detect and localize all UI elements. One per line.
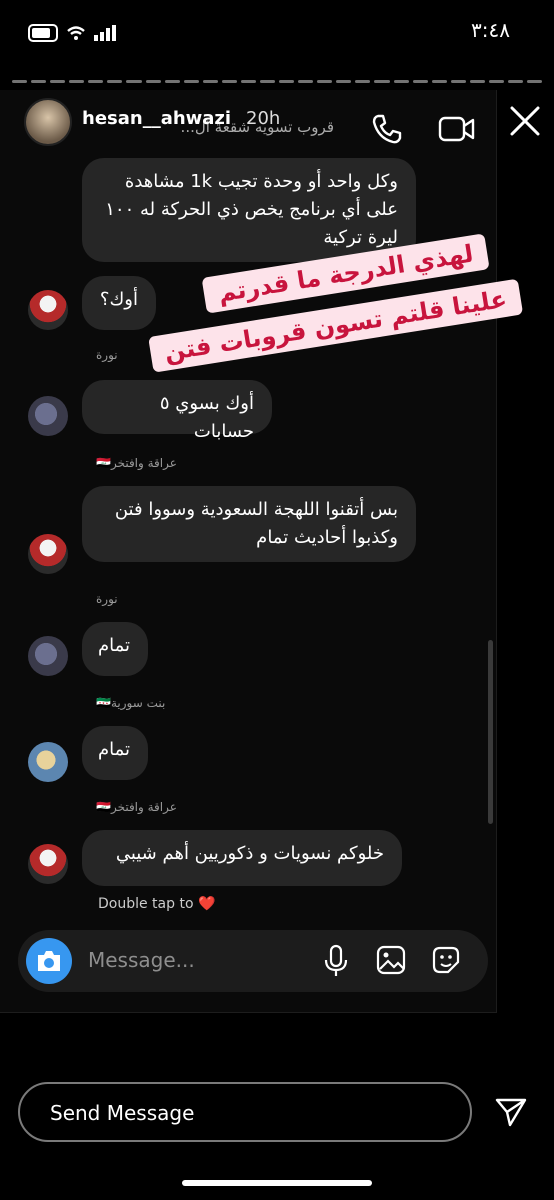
gallery-icon bbox=[376, 945, 406, 975]
status-time: ٣:٤٨ bbox=[471, 18, 510, 42]
battery-icon bbox=[28, 24, 58, 42]
scrollbar bbox=[488, 640, 493, 824]
sender-name: نورة bbox=[96, 592, 118, 606]
message-bubble: أوك بسوي ٥ حسابات bbox=[82, 380, 272, 442]
avatar bbox=[28, 742, 68, 782]
close-icon[interactable] bbox=[508, 104, 542, 138]
message-composer: Message... bbox=[18, 930, 488, 992]
sender-name: بنت سورية🇸🇾 bbox=[96, 696, 166, 710]
sender-name: عراقة وافتخر🇮🇶 bbox=[96, 800, 177, 814]
story-username[interactable]: hesan__ahwazi bbox=[82, 108, 231, 129]
signal-icon bbox=[94, 25, 116, 41]
status-icons bbox=[28, 24, 116, 42]
avatar bbox=[28, 844, 68, 884]
phone-icon bbox=[372, 114, 402, 144]
avatar bbox=[28, 636, 68, 676]
home-indicator bbox=[182, 1180, 372, 1186]
double-tap-hint: Double tap to ❤️ bbox=[98, 896, 216, 912]
sticker-icon bbox=[432, 946, 460, 974]
sender-name: عراقة وافتخر🇮🇶 bbox=[96, 456, 177, 470]
message-bubble: تمام bbox=[82, 622, 148, 676]
story-avatar[interactable] bbox=[24, 98, 72, 146]
message-bubble: تمام bbox=[82, 726, 148, 780]
message-bubble: وكل واحد أو وحدة تجيب 1k مشاهدة على أي ب… bbox=[82, 158, 416, 262]
send-icon[interactable] bbox=[494, 1096, 528, 1128]
camera-icon bbox=[38, 951, 60, 971]
wifi-icon bbox=[67, 26, 85, 40]
message-bubble: خلوكم نسويات و ذكوريين أهم شيبي bbox=[82, 830, 402, 886]
message-bubble: بس أتقنوا اللهجة السعودية وسووا فتن وكذب… bbox=[82, 486, 416, 562]
microphone-icon bbox=[324, 944, 348, 976]
message-input: Message... bbox=[88, 948, 195, 972]
camera-button bbox=[26, 938, 72, 984]
sender-name: نورة bbox=[96, 348, 118, 362]
send-message-placeholder: Send Message bbox=[50, 1101, 195, 1125]
video-call-icon bbox=[438, 116, 475, 142]
send-message-field[interactable]: Send Message bbox=[18, 1082, 472, 1142]
avatar bbox=[28, 396, 68, 436]
story-time: 20h bbox=[246, 108, 281, 129]
avatar bbox=[28, 290, 68, 330]
avatar bbox=[28, 534, 68, 574]
story-progress bbox=[12, 80, 543, 83]
message-bubble: أوك؟ bbox=[82, 276, 156, 330]
